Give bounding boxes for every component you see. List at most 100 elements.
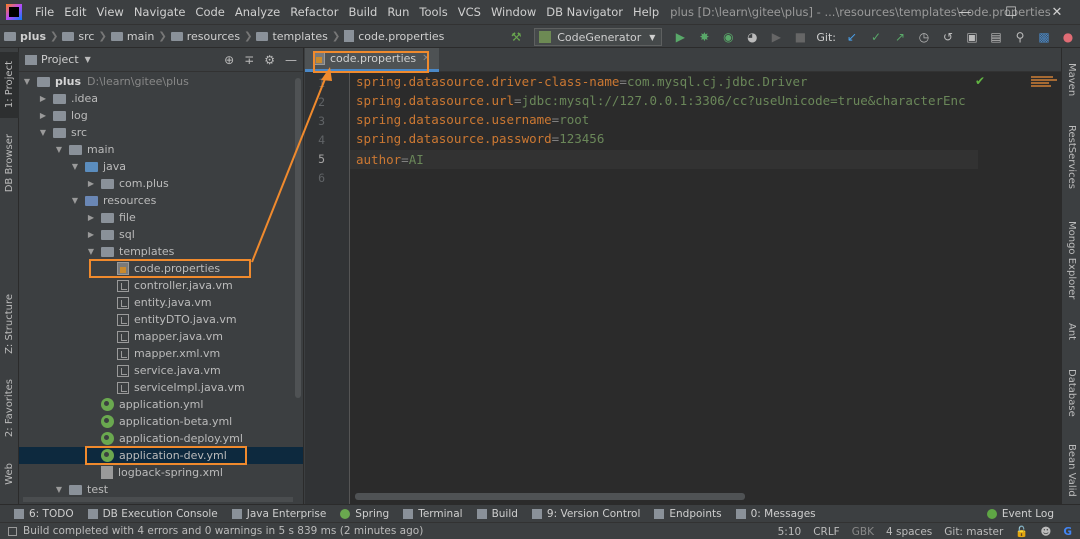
code-line-5[interactable]: author=AI [356,150,424,169]
tree-item-com-plus[interactable]: ▶ com.plus [19,175,303,192]
tree-item-test[interactable]: ▼ test [19,481,303,498]
chevron-down-icon[interactable]: ▼ [85,247,97,256]
tree-item-java[interactable]: ▼ java [19,158,303,175]
breadcrumb-main[interactable]: main [107,30,158,43]
code-line-2[interactable]: spring.datasource.url=jdbc:mysql://127.0… [356,91,966,110]
google-icon[interactable]: G [1063,526,1072,538]
git-update-icon[interactable]: ↙ [842,27,862,47]
tool-spring[interactable]: Spring [340,508,389,520]
menu-edit[interactable]: Edit [59,0,91,24]
tree-item-mapper-xml-vm[interactable]: mapper.xml.vm [19,345,303,362]
breadcrumb-src[interactable]: src [58,30,98,43]
code-line-3[interactable]: spring.datasource.username=root [356,110,589,129]
tree-item-src[interactable]: ▼ src [19,124,303,141]
stop-icon[interactable]: ■ [790,27,810,47]
run-configuration-select[interactable]: CodeGenerator ▼ [534,28,663,46]
tree-scrollbar[interactable] [295,78,301,398]
menu-view[interactable]: View [92,0,129,24]
chevron-down-icon[interactable]: ▼ [85,55,91,64]
history-icon[interactable]: ◷ [914,27,934,47]
breadcrumb-resources[interactable]: resources [167,30,244,43]
caret-position[interactable]: 5:10 [778,526,802,538]
tab-structure[interactable]: Z: Structure [0,286,19,362]
tree-item-logback[interactable]: logback-spring.xml [19,464,303,481]
tree-item-resources[interactable]: ▼ resources [19,192,303,209]
project-panel-title[interactable]: Project [41,53,79,66]
coverage-icon[interactable]: ◉ [718,27,738,47]
chevron-right-icon[interactable]: ▶ [37,94,49,103]
tool-terminal[interactable]: Terminal [403,508,463,520]
collapse-icon[interactable]: ∓ [244,53,254,67]
profile-icon[interactable]: ◕ [742,27,762,47]
tool-todo[interactable]: 6: TODO [14,508,74,520]
maximize-button[interactable]: ☐ [988,0,1034,24]
editor-horizontal-scrollbar[interactable] [355,493,745,500]
tree-horizontal-scrollbar[interactable] [23,497,293,502]
tab-db-browser[interactable]: DB Browser [0,126,19,200]
tab-restservices[interactable]: RestServices [1062,120,1080,194]
locate-icon[interactable]: ⊕ [224,53,234,67]
tree-item-service-vm[interactable]: service.java.vm [19,362,303,379]
hide-icon[interactable]: — [285,53,297,67]
menu-help[interactable]: Help [628,0,664,24]
tool-java-enterprise[interactable]: Java Enterprise [231,508,326,520]
toggle-tool-windows-icon[interactable] [8,526,17,536]
menu-file[interactable]: File [30,0,59,24]
search-icon[interactable]: ⚲ [1010,27,1030,47]
menu-navigate[interactable]: Navigate [129,0,191,24]
chevron-down-icon[interactable]: ▼ [53,145,65,154]
menu-run[interactable]: Run [382,0,414,24]
git-branch[interactable]: Git: master [944,526,1003,538]
tree-item-file[interactable]: ▶ file [19,209,303,226]
chevron-down-icon[interactable]: ▼ [21,77,33,86]
menu-refactor[interactable]: Refactor [285,0,343,24]
code-editor[interactable]: spring.datasource.driver-class-name=com.… [350,72,1061,504]
breadcrumb-plus[interactable]: plus [0,30,50,43]
tool-event-log[interactable]: Event Log [986,505,1054,523]
indent-setting[interactable]: 4 spaces [886,526,932,538]
tab-database[interactable]: Database [1062,360,1080,426]
tool-build[interactable]: Build [476,508,518,520]
menu-tools[interactable]: Tools [414,0,452,24]
breadcrumb-templates[interactable]: templates [252,30,331,43]
file-encoding[interactable]: GBK [852,526,874,538]
tab-maven[interactable]: Maven [1062,54,1080,106]
menu-vcs[interactable]: VCS [453,0,486,24]
tree-item-controller-vm[interactable]: controller.java.vm [19,277,303,294]
hammer-build-icon[interactable]: ⚒ [506,27,526,47]
attach-icon[interactable]: ▶ [766,27,786,47]
plugin-icon[interactable]: ● [1058,27,1078,47]
git-commit-icon[interactable]: ✓ [866,27,886,47]
menu-code[interactable]: Code [190,0,229,24]
chevron-right-icon[interactable]: ▶ [85,230,97,239]
chevron-down-icon[interactable]: ▼ [37,128,49,137]
status-message[interactable]: Build completed with 4 errors and 0 warn… [8,525,423,537]
tab-web[interactable]: Web [0,454,19,494]
tab-project[interactable]: 1: Project [0,52,19,118]
menu-analyze[interactable]: Analyze [230,0,285,24]
tool-endpoints[interactable]: Endpoints [654,508,722,520]
tree-item-root[interactable]: ▼ plus D:\learn\gitee\plus [19,73,303,90]
menu-db-navigator[interactable]: DB Navigator [541,0,628,24]
inspection-ok-icon[interactable]: ✔ [975,74,985,88]
tool-messages[interactable]: 0: Messages [735,508,816,520]
tab-bean-validation[interactable]: Bean Valid [1062,436,1080,504]
tool-version-control[interactable]: 9: Version Control [531,508,640,520]
gear-icon[interactable]: ⚙ [264,53,275,67]
tree-item-entity-vm[interactable]: entity.java.vm [19,294,303,311]
breadcrumb-code-properties[interactable]: code.properties [340,30,448,43]
tool-db-execution-console[interactable]: DB Execution Console [87,508,218,520]
code-line-1[interactable]: spring.datasource.driver-class-name=com.… [356,72,808,91]
project-structure-icon[interactable]: ▣ [962,27,982,47]
line-separator[interactable]: CRLF [813,526,840,538]
chevron-right-icon[interactable]: ▶ [85,179,97,188]
tab-ant[interactable]: Ant [1062,314,1080,350]
tree-item-mapper-java-vm[interactable]: mapper.java.vm [19,328,303,345]
tree-item-application-beta[interactable]: application-beta.yml [19,413,303,430]
rollback-icon[interactable]: ↺ [938,27,958,47]
tab-mongo-explorer[interactable]: Mongo Explorer [1062,214,1080,306]
tree-item-idea[interactable]: ▶ .idea [19,90,303,107]
git-push-icon[interactable]: ↗ [890,27,910,47]
translate-icon[interactable]: ▩ [1034,27,1054,47]
tree-item-serviceimpl-vm[interactable]: serviceImpl.java.vm [19,379,303,396]
